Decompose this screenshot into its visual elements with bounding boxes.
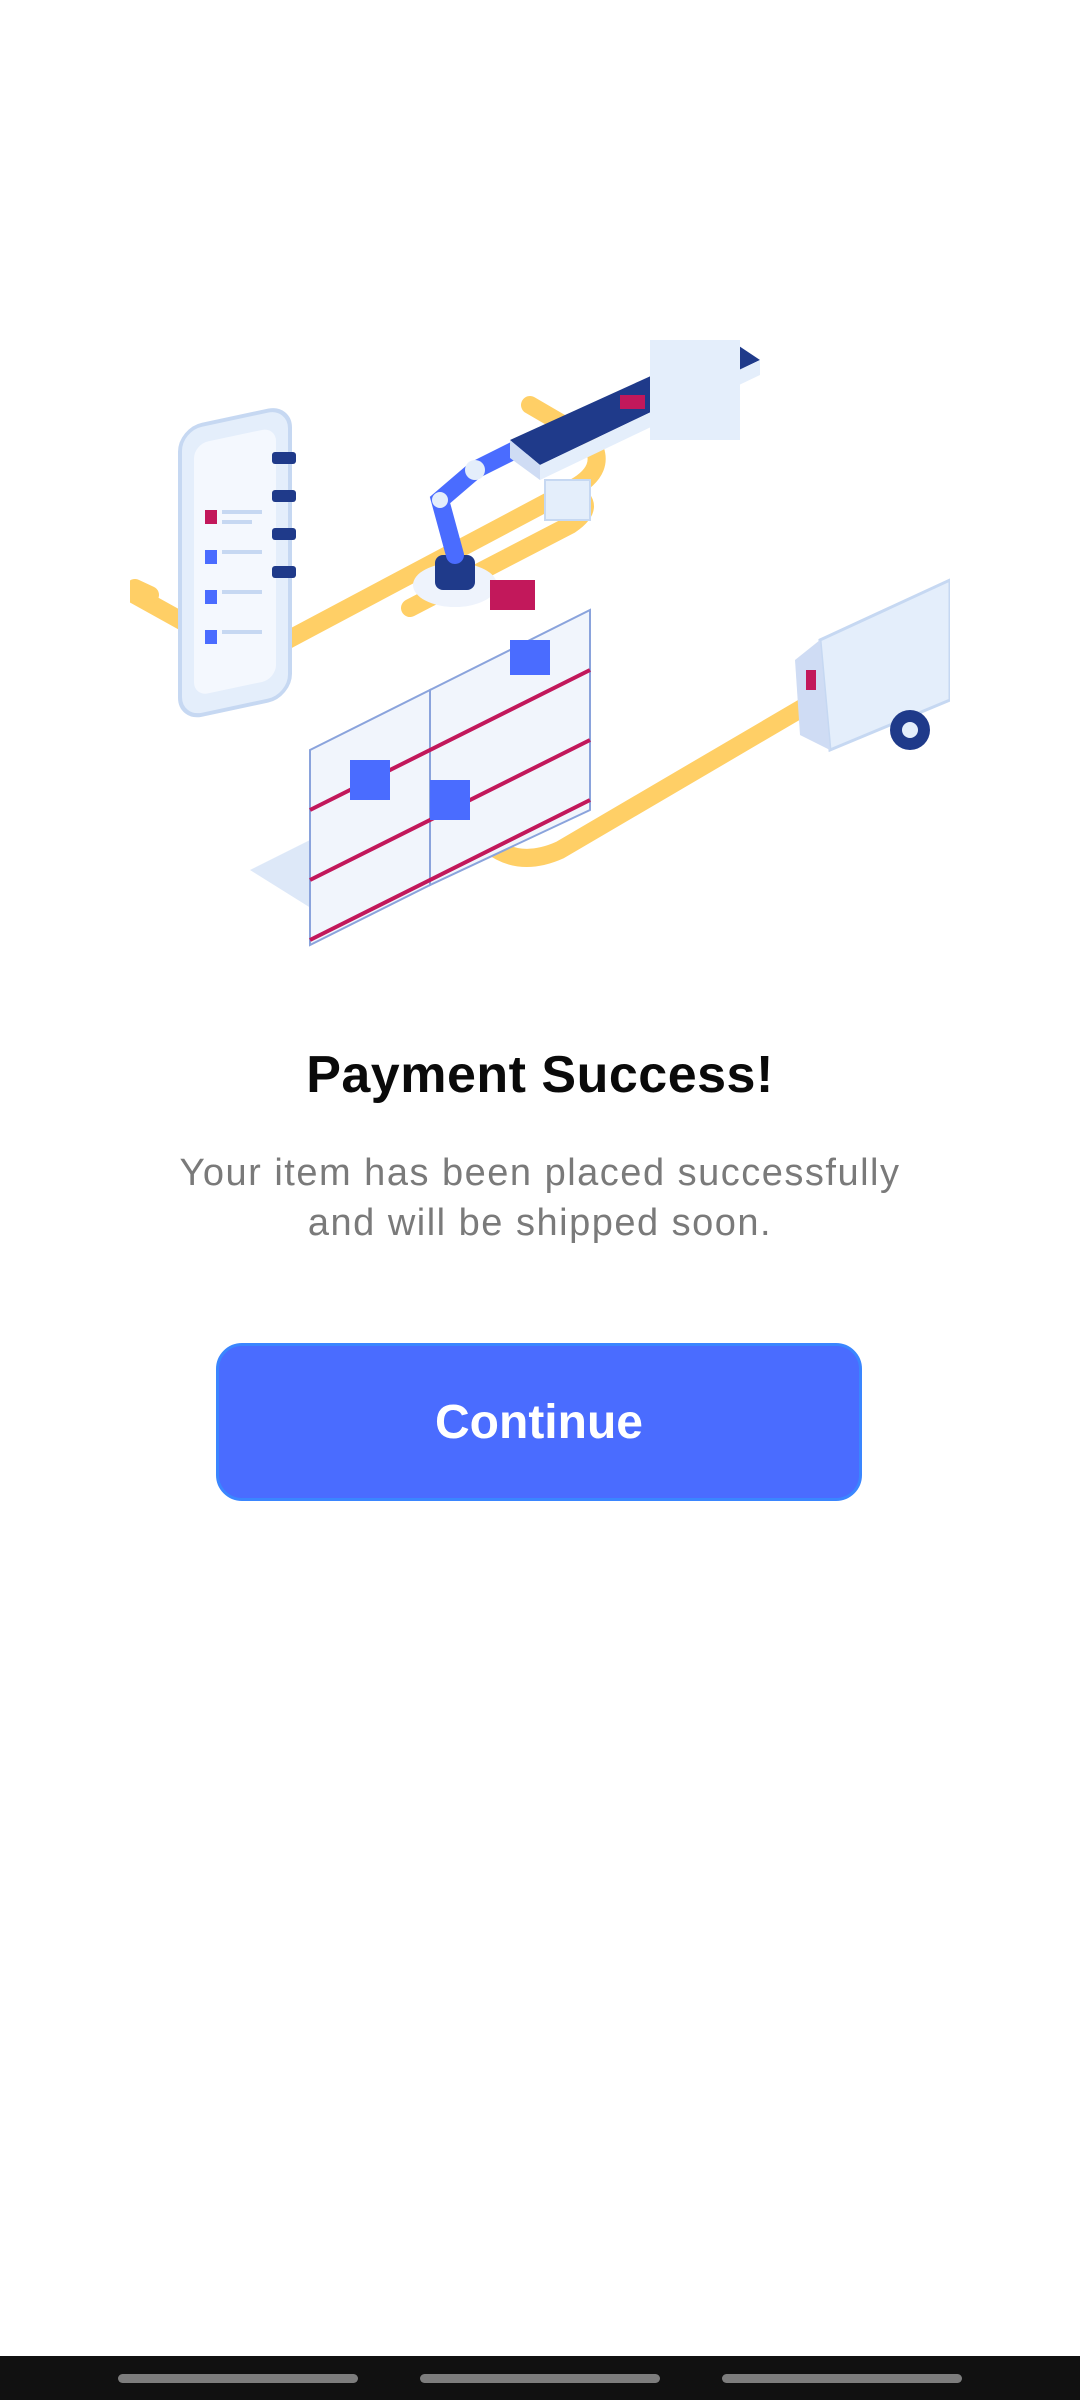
nav-recents-pill[interactable] [118,2374,358,2383]
nav-home-pill[interactable] [420,2374,660,2383]
conveyor-machine-icon [510,305,760,521]
message-line-2: and will be shipped soon. [307,1202,773,1244]
phone-icon [178,408,296,718]
nav-back-pill[interactable] [722,2374,962,2383]
message-line-1: Your item has been placed successfully [179,1152,901,1194]
delivery-van-icon [795,577,952,753]
page-title: Payment Success! [306,1046,774,1104]
continue-button[interactable]: Continue [216,1343,862,1501]
warehouse-shipping-illustration [126,305,952,960]
system-navigation-bar [0,2356,1080,2400]
success-message: Your item has been placed successfully a… [120,1148,960,1248]
